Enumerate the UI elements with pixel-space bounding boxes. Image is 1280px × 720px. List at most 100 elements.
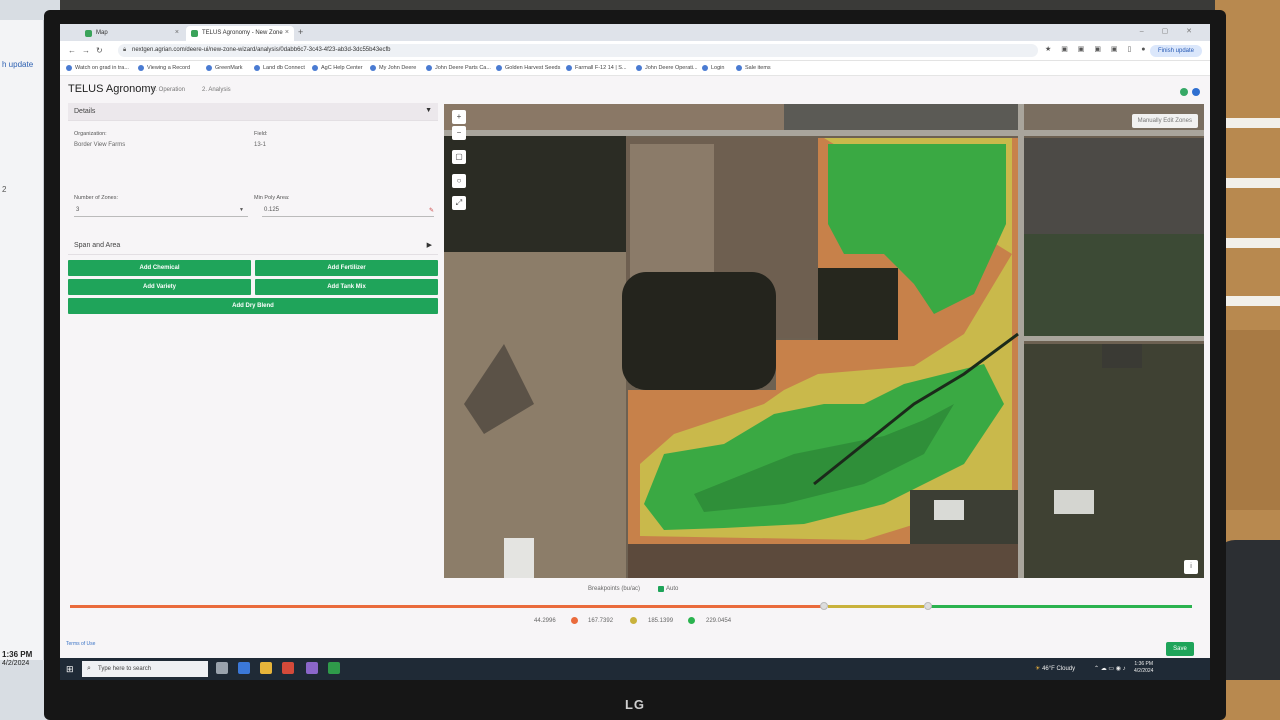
bookmark-item[interactable]: Land db Connect <box>254 65 305 71</box>
bookmark-item[interactable]: My John Deere <box>370 65 416 71</box>
zone-low-dot <box>571 617 578 624</box>
telus-favicon-icon <box>191 30 198 37</box>
organization-label: Organization: <box>74 131 107 137</box>
zoom-in-button[interactable]: + <box>452 110 466 124</box>
reload-icon[interactable]: ↻ <box>96 46 103 55</box>
weather-widget[interactable]: ☀ 46°F Cloudy <box>1035 665 1075 672</box>
task-view-icon[interactable] <box>216 662 228 674</box>
organization-value: Border View Farms <box>74 142 126 148</box>
side-label: h update <box>2 60 34 69</box>
zone-high-dot <box>688 617 695 624</box>
app-header: TELUS Agronomy 1. Operation 2. Analysis <box>60 76 1210 102</box>
search-icon: ⌕ <box>87 665 91 672</box>
zone-mid-bar <box>828 605 924 608</box>
url-input[interactable]: 🔒︎ nextgen.agrian.com/deere-ui/new-zone-… <box>118 44 1038 57</box>
new-tab-button[interactable]: + <box>298 27 303 37</box>
info-icon[interactable]: i <box>1184 560 1198 574</box>
span-area-section-header[interactable]: Span and Area ▶ <box>68 237 438 255</box>
step-analysis[interactable]: 2. Analysis <box>202 87 231 93</box>
side-spreadsheet: h update 2 <box>0 20 44 660</box>
add-tank-mix-button[interactable]: Add Tank Mix <box>255 279 438 295</box>
add-variety-button[interactable]: Add Variety <box>68 279 251 295</box>
zone-mid-dot <box>630 617 637 624</box>
bookmark-item[interactable]: Login <box>702 65 724 71</box>
auto-checkbox[interactable]: Auto <box>658 586 678 592</box>
chevron-down-icon: ▼ <box>239 207 244 213</box>
sun-icon: ☀ <box>1035 666 1041 672</box>
side-clock: 1:36 PM 4/2/2024 <box>2 650 33 667</box>
forward-icon[interactable]: → <box>82 46 90 55</box>
address-bar-row: ← → ↻ 🔒︎ nextgen.agrian.com/deere-ui/new… <box>60 41 1210 61</box>
extension-icons[interactable]: ★ ▣ ▣ ▣ ▣ ▯ ● <box>1045 45 1149 53</box>
finish-update-button[interactable]: Finish update <box>1149 45 1202 57</box>
status-icon[interactable] <box>1180 88 1188 96</box>
zones-label: Number of Zones: <box>74 195 119 201</box>
yield-zone-map[interactable]: + − ▢ ○ ⤢ Manually Edit Zones i <box>444 104 1204 578</box>
chevron-down-icon: ▼ <box>425 107 432 114</box>
bookmark-item[interactable]: Farmall F-12 14 | S... <box>566 65 627 71</box>
chevron-right-icon: ▶ <box>426 242 432 249</box>
chrome-icon[interactable] <box>282 662 294 674</box>
breakpoint-handle[interactable] <box>820 602 828 610</box>
zones-select[interactable]: 3 ▼ <box>74 204 248 217</box>
system-tray-icons[interactable]: ⌃ ☁ ▭ ◉ ♪ <box>1094 665 1126 672</box>
breakpoint-value: 167.7392 <box>588 618 614 624</box>
map-favicon-icon <box>85 30 92 37</box>
breakpoints-title: Breakpoints (bu/ac) <box>588 586 641 592</box>
windows-start-icon[interactable]: ⊞ <box>66 664 74 675</box>
lock-icon: 🔒︎ <box>123 47 127 53</box>
bookmark-item[interactable]: Golden Harvest Seeds <box>496 65 560 71</box>
tab-telus-agronomy[interactable]: TELUS Agronomy - New Zone × <box>186 26 294 41</box>
screen: Map × TELUS Agronomy - New Zone × + – ▢ … <box>60 24 1210 680</box>
field-value: 13-1 <box>254 142 267 148</box>
field-label: Field: <box>254 131 268 137</box>
details-section-header[interactable]: Details ▼ <box>68 103 438 121</box>
add-chemical-button[interactable]: Add Chemical <box>68 260 251 276</box>
bookmarks-bar: Watch on grad in tra... Viewing a Record… <box>60 61 1210 76</box>
breakpoint-value: 44.2996 <box>534 618 556 624</box>
tab-map[interactable]: Map × <box>80 26 184 41</box>
window-controls[interactable]: – ▢ ✕ <box>1140 27 1200 35</box>
expand-icon[interactable]: ⤢ <box>452 196 466 210</box>
side-label: 2 <box>2 185 7 194</box>
edit-icon[interactable]: ✎ <box>429 207 434 214</box>
taskbar-search-input[interactable]: ⌕ Type here to search <box>82 661 208 677</box>
add-dry-blend-button[interactable]: Add Dry Blend <box>68 298 438 314</box>
browser-tab-bar: Map × TELUS Agronomy - New Zone × + – ▢ … <box>60 24 1210 41</box>
manually-edit-zones-button[interactable]: Manually Edit Zones <box>1131 114 1198 128</box>
app-icon[interactable] <box>238 662 250 674</box>
lg-logo: LG <box>624 697 646 712</box>
bookmark-item[interactable]: GreenMark <box>206 65 243 71</box>
save-button[interactable]: Save <box>1166 642 1194 656</box>
close-icon[interactable]: × <box>175 29 179 36</box>
back-icon[interactable]: ← <box>68 46 76 55</box>
windows-taskbar: ⊞ ⌕ Type here to search ☀ 46°F Cloudy ⌃ … <box>60 658 1210 680</box>
app-icon[interactable] <box>306 662 318 674</box>
circle-tool-icon[interactable]: ○ <box>452 174 466 188</box>
breakpoint-value: 185.1399 <box>648 618 674 624</box>
taskbar-clock[interactable]: 1:36 PM 4/2/2024 <box>1134 661 1153 675</box>
min-poly-label: Min Poly Area: <box>254 195 290 201</box>
excel-icon[interactable] <box>328 662 340 674</box>
bookmark-item[interactable]: AgC Help Center <box>312 65 363 71</box>
add-fertilizer-button[interactable]: Add Fertilizer <box>255 260 438 276</box>
zone-low-bar <box>70 605 822 608</box>
close-icon[interactable]: × <box>285 29 289 36</box>
zoom-out-button[interactable]: − <box>452 126 466 140</box>
breakpoint-value: 229.0454 <box>706 618 732 624</box>
step-operation[interactable]: 1. Operation <box>152 87 185 93</box>
zone-high-bar <box>930 605 1192 608</box>
bookmark-item[interactable]: John Deere Operati... <box>636 65 698 71</box>
bookmark-item[interactable]: John Deere Parts Ca... <box>426 65 491 71</box>
satellite-imagery <box>444 104 1204 578</box>
square-tool-icon[interactable]: ▢ <box>452 150 466 164</box>
file-explorer-icon[interactable] <box>260 662 272 674</box>
help-icon[interactable] <box>1192 88 1200 96</box>
terms-of-use-link[interactable]: Terms of Use <box>66 641 95 647</box>
breakpoint-handle[interactable] <box>924 602 932 610</box>
bookmark-item[interactable]: Viewing a Record <box>138 65 190 71</box>
app-brand: TELUS Agronomy <box>68 83 157 95</box>
bookmark-item[interactable]: Watch on grad in tra... <box>66 65 129 71</box>
bookmark-item[interactable]: Sale items <box>736 65 771 71</box>
min-poly-input[interactable]: 0.125 ✎ <box>262 204 434 217</box>
